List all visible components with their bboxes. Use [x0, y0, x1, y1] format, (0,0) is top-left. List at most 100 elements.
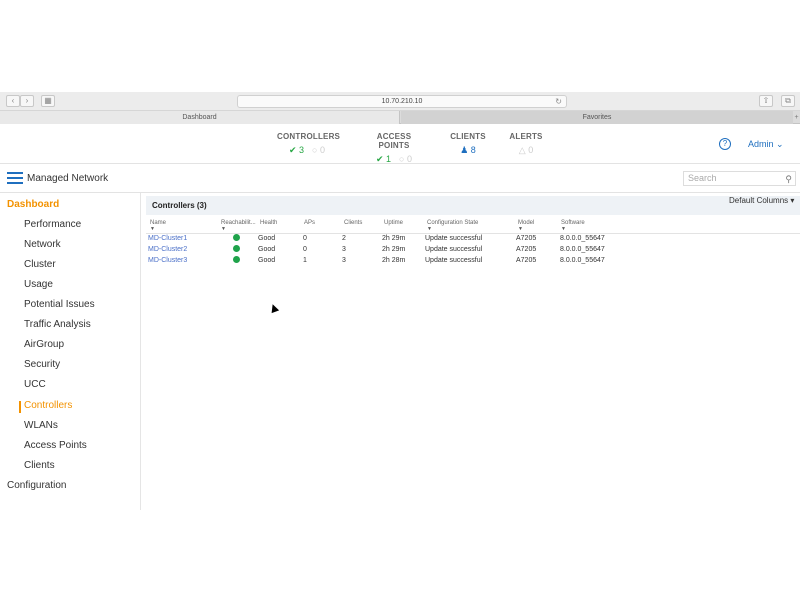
- forward-icon[interactable]: ›: [20, 95, 34, 107]
- url-bar[interactable]: 10.70.210.10 ↻: [237, 95, 567, 108]
- controller-name-link[interactable]: MD-Cluster2: [148, 246, 187, 253]
- app-header: Managed Network Search ⚲: [0, 165, 800, 193]
- filter-icon[interactable]: ▼: [221, 226, 226, 232]
- filter-icon[interactable]: ▼: [561, 226, 566, 232]
- access-points-label: ACCESS POINTS: [376, 132, 412, 150]
- panel-title: Controllers (3): [152, 201, 207, 210]
- controller-name-link[interactable]: MD-Cluster1: [148, 235, 187, 242]
- software-cell: 8.0.0.0_55647: [560, 257, 605, 264]
- tab-favorites[interactable]: Favorites: [401, 111, 793, 124]
- sidebar-item-dashboard[interactable]: Dashboard: [7, 199, 59, 210]
- circle-icon: ○: [312, 145, 318, 155]
- new-tab-icon[interactable]: +: [793, 111, 800, 124]
- search-input[interactable]: Search ⚲: [683, 171, 796, 186]
- warning-icon: △: [518, 145, 526, 155]
- sidebar-item-ucc[interactable]: UCC: [24, 379, 46, 390]
- main-content: Controllers (3) Default Columns ▾ Name R…: [146, 196, 800, 510]
- tab-bar: Dashboard Favorites +: [0, 111, 800, 124]
- sidebar-item-controllers[interactable]: Controllers: [24, 400, 72, 411]
- chevron-down-icon: ⌄: [776, 139, 784, 149]
- clients-label: CLIENTS: [450, 132, 486, 141]
- controllers-panel-header: Controllers (3): [146, 196, 800, 215]
- sidebar-item-cluster[interactable]: Cluster: [24, 259, 56, 270]
- software-cell: 8.0.0.0_55647: [560, 235, 605, 242]
- controllers-label: CONTROLLERS: [277, 132, 341, 141]
- sidebar-toggle-icon[interactable]: ▦: [41, 95, 55, 107]
- check-circle-icon: ✔: [288, 145, 297, 155]
- uptime-cell: 2h 29m: [382, 235, 406, 242]
- reload-icon[interactable]: ↻: [555, 96, 562, 107]
- sidebar-item-network[interactable]: Network: [24, 239, 61, 250]
- sidebar-item-potential-issues[interactable]: Potential Issues: [24, 299, 95, 310]
- active-indicator: [19, 401, 21, 413]
- circle-icon: ○: [399, 154, 405, 164]
- controllers-ok-count: ✔ 3: [288, 145, 305, 155]
- config-state-cell: Update successful: [425, 246, 483, 253]
- aps-cell: 0: [303, 235, 307, 242]
- sidebar-item-access-points[interactable]: Access Points: [24, 440, 87, 451]
- admin-menu[interactable]: Admin ⌄: [748, 139, 784, 150]
- help-icon[interactable]: ?: [719, 138, 731, 150]
- sidebar-item-security[interactable]: Security: [24, 359, 60, 370]
- uptime-cell: 2h 29m: [382, 246, 406, 253]
- col-header-uptime[interactable]: Uptime: [384, 220, 403, 226]
- sidebar-item-clients[interactable]: Clients: [24, 460, 55, 471]
- config-state-cell: Update successful: [425, 235, 483, 242]
- col-header-configuration-state[interactable]: Configuration State: [427, 220, 478, 226]
- clients-stat[interactable]: CLIENTS ♟ 8: [448, 132, 488, 156]
- controllers-stat[interactable]: CONTROLLERS ✔ 3 ○ 0: [277, 132, 341, 156]
- default-columns-dropdown[interactable]: Default Columns ▾: [729, 196, 794, 205]
- access-points-ok-count: ✔ 1: [375, 154, 392, 164]
- col-header-aps[interactable]: APs: [304, 220, 315, 226]
- url-text: 10.70.210.10: [381, 98, 423, 105]
- back-icon[interactable]: ‹: [6, 95, 20, 107]
- tabs-icon[interactable]: ⧉: [781, 95, 795, 107]
- tab-dashboard[interactable]: Dashboard: [0, 111, 400, 124]
- share-icon[interactable]: ⇧: [759, 95, 773, 107]
- reachability-status-icon: [233, 245, 240, 252]
- aps-cell: 0: [303, 246, 307, 253]
- sidebar-item-usage[interactable]: Usage: [24, 279, 53, 290]
- sidebar-item-wlans[interactable]: WLANs: [24, 420, 58, 431]
- software-cell: 8.0.0.0_55647: [560, 246, 605, 253]
- clients-cell: 3: [342, 257, 346, 264]
- access-points-stat[interactable]: ACCESS POINTS ✔ 1 ○ 0: [362, 132, 426, 165]
- alerts-count: △ 0: [518, 145, 534, 155]
- aps-cell: 1: [303, 257, 307, 264]
- check-circle-icon: ✔: [375, 154, 384, 164]
- sidebar: Dashboard Performance Network Cluster Us…: [0, 193, 141, 510]
- controllers-other-count: ○ 0: [312, 145, 326, 155]
- filter-icon[interactable]: ▼: [427, 226, 432, 232]
- uptime-cell: 2h 28m: [382, 257, 406, 264]
- alerts-stat[interactable]: ALERTS △ 0: [508, 132, 544, 156]
- health-cell: Good: [258, 257, 276, 264]
- user-icon: ♟: [460, 145, 469, 155]
- sidebar-item-configuration[interactable]: Configuration: [7, 480, 66, 491]
- config-state-cell: Update successful: [425, 257, 483, 264]
- table-header-divider: [146, 233, 800, 234]
- filter-icon[interactable]: ▼: [518, 226, 523, 232]
- status-strip: CONTROLLERS ✔ 3 ○ 0 ACCESS POINTS ✔ 1 ○ …: [0, 124, 800, 164]
- access-points-other-count: ○ 0: [399, 154, 413, 164]
- caret-down-icon: ▾: [790, 196, 795, 205]
- health-cell: Good: [258, 235, 276, 242]
- filter-icon[interactable]: ▼: [150, 226, 155, 232]
- menu-icon[interactable]: [7, 172, 23, 185]
- col-header-health[interactable]: Health: [260, 220, 277, 226]
- col-header-clients[interactable]: Clients: [344, 220, 362, 226]
- alerts-label: ALERTS: [509, 132, 543, 141]
- sidebar-item-performance[interactable]: Performance: [24, 219, 81, 230]
- clients-cell: 3: [342, 246, 346, 253]
- model-cell: A7205: [516, 257, 537, 264]
- reachability-status-icon: [233, 256, 240, 263]
- controller-name-link[interactable]: MD-Cluster3: [148, 257, 187, 264]
- clients-count: ♟ 8: [460, 145, 476, 155]
- page-title: Managed Network: [27, 173, 109, 184]
- col-header-reachability[interactable]: Reachabilit...: [221, 220, 256, 226]
- sidebar-item-traffic-analysis[interactable]: Traffic Analysis: [24, 319, 91, 330]
- search-icon[interactable]: ⚲: [785, 173, 792, 186]
- sidebar-item-airgroup[interactable]: AirGroup: [24, 339, 64, 350]
- health-cell: Good: [258, 246, 276, 253]
- reachability-status-icon: [233, 234, 240, 241]
- browser-toolbar: ‹ › ▦ 10.70.210.10 ↻ ⇧ ⧉: [0, 92, 800, 111]
